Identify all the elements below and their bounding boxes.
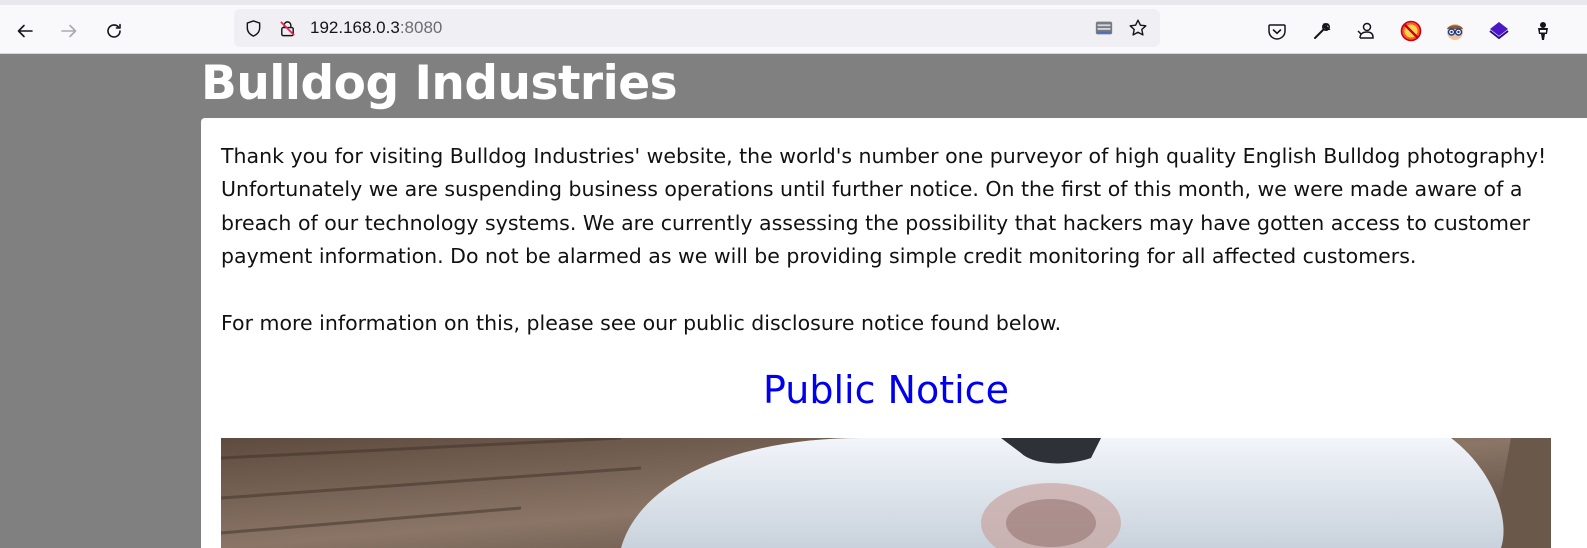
back-arrow-icon (17, 24, 33, 38)
purple-diamond-extension-button[interactable] (1486, 18, 1512, 44)
bulldog-photo (221, 438, 1551, 548)
blocked-extension-button[interactable] (1398, 18, 1424, 44)
spy-extension-button[interactable] (1442, 18, 1468, 44)
spy-extension-icon (1447, 24, 1463, 40)
bookmark-star-icon[interactable] (1128, 18, 1148, 38)
disclosure-paragraph: For more information on this, please see… (221, 311, 1062, 335)
url-host: 192.168.0.3 (310, 18, 400, 37)
back-button[interactable] (10, 16, 40, 46)
pocket-icon (1268, 24, 1286, 40)
browser-toolbar: 192.168.0.3:8080 (0, 0, 1587, 54)
web-page: Bulldog Industries Thank you for visitin… (0, 54, 1587, 548)
purple-diamond-extension-icon (1489, 22, 1509, 40)
url-text[interactable]: 192.168.0.3:8080 (310, 18, 442, 38)
public-notice-link[interactable]: Public Notice (201, 362, 1571, 418)
tools-button[interactable] (1309, 18, 1335, 44)
url-bar[interactable]: 192.168.0.3:8080 (234, 9, 1160, 47)
blocked-extension-icon (1400, 20, 1422, 42)
forward-arrow-icon (61, 24, 77, 38)
account-button[interactable] (1353, 18, 1379, 44)
wrench-icon (1314, 22, 1331, 39)
account-icon (1357, 22, 1374, 39)
url-port: :8080 (399, 18, 443, 37)
shield-icon[interactable] (243, 18, 263, 38)
reload-button[interactable] (99, 16, 129, 46)
site-title: Bulldog Industries (201, 56, 678, 111)
pocket-button[interactable] (1264, 18, 1290, 44)
reload-icon (107, 23, 121, 38)
insecure-lock-icon[interactable] (277, 18, 297, 38)
content-card: Thank you for visiting Bulldog Industrie… (201, 118, 1587, 548)
figure-extension-button[interactable] (1530, 18, 1556, 44)
reader-mode-icon[interactable] (1094, 18, 1114, 38)
figure-extension-icon (1538, 22, 1548, 40)
forward-button[interactable] (54, 16, 84, 46)
intro-paragraph: Thank you for visiting Bulldog Industrie… (221, 144, 1547, 268)
